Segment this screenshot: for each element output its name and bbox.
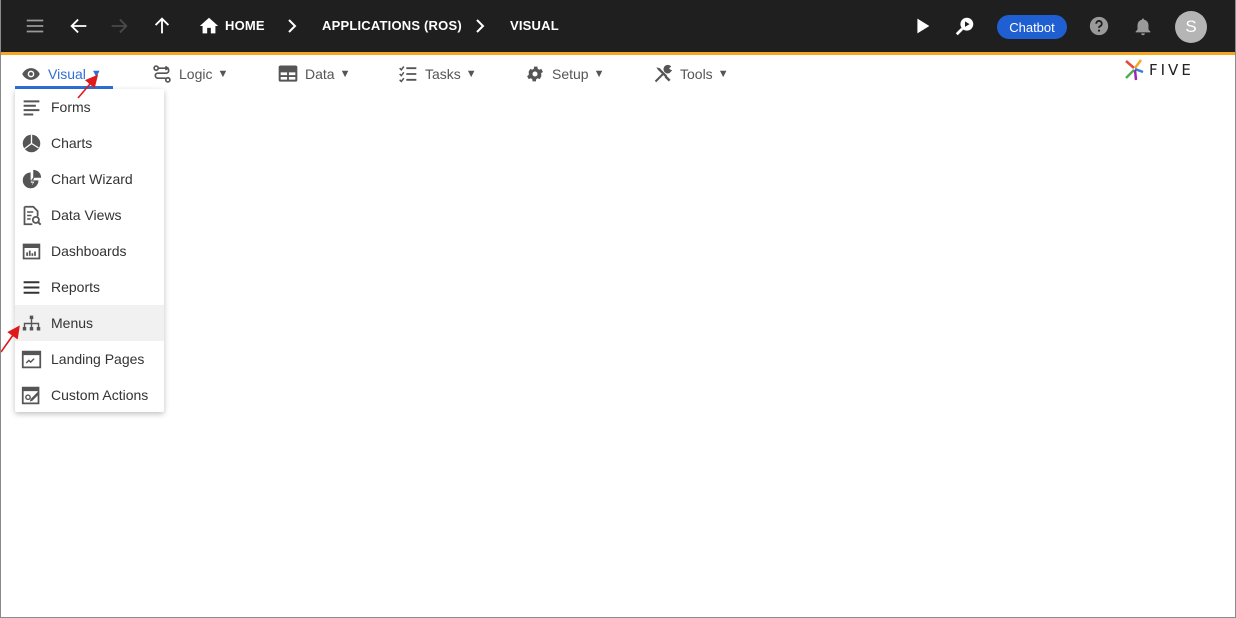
- caret-down-icon: ▼: [90, 68, 102, 80]
- dropdown-item-label: Menus: [51, 315, 94, 331]
- dropdown-item-reports[interactable]: Reports: [15, 269, 164, 305]
- chevron-right-icon: [288, 19, 297, 33]
- caret-down-icon: ▼: [593, 68, 605, 80]
- menu-tools[interactable]: Tools ▼: [652, 61, 729, 87]
- svg-text:FIVE: FIVE: [1149, 61, 1194, 79]
- caret-down-icon: ▼: [717, 68, 729, 80]
- menu-visual-label: Visual: [48, 66, 86, 82]
- dropdown-item-menus[interactable]: Menus: [15, 305, 164, 341]
- forms-icon: [20, 96, 42, 118]
- dropdown-item-data-views[interactable]: Data Views: [15, 197, 164, 233]
- menu-setup[interactable]: Setup ▼: [524, 61, 604, 87]
- hamburger-menu-icon[interactable]: [23, 14, 47, 38]
- five-logo: FIVE: [1123, 58, 1213, 82]
- dropdown-item-label: Landing Pages: [51, 351, 145, 367]
- back-arrow-icon[interactable]: [67, 14, 91, 38]
- data-view-icon: [20, 204, 42, 226]
- dashboard-icon: [20, 240, 42, 262]
- dropdown-item-dashboards[interactable]: Dashboards: [15, 233, 164, 269]
- user-avatar[interactable]: S: [1175, 11, 1207, 43]
- caret-down-icon: ▼: [465, 68, 477, 80]
- menu-visual[interactable]: Visual ▼: [20, 61, 102, 87]
- menu-tasks[interactable]: Tasks ▼: [397, 61, 477, 87]
- help-icon[interactable]: [1087, 14, 1111, 38]
- menu-data[interactable]: Data ▼: [277, 61, 350, 87]
- landing-page-icon: [20, 348, 42, 370]
- dropdown-item-landing-pages[interactable]: Landing Pages: [15, 341, 164, 377]
- gear-icon: [524, 63, 546, 85]
- chevron-right-icon: [476, 19, 485, 33]
- notification-bell-icon[interactable]: [1131, 14, 1155, 38]
- main-menu-bar: Visual ▼ Logic ▼ Data ▼ Tasks ▼ Setup ▼ …: [1, 55, 1235, 89]
- dropdown-item-forms[interactable]: Forms: [15, 89, 164, 125]
- dropdown-item-label: Dashboards: [51, 243, 127, 259]
- custom-actions-icon: [20, 384, 42, 406]
- annotation-arrows: [1, 74, 99, 353]
- menu-tools-label: Tools: [680, 66, 713, 82]
- dropdown-item-label: Reports: [51, 279, 101, 295]
- reports-icon: [20, 276, 42, 298]
- dropdown-item-label: Charts: [51, 135, 93, 151]
- dropdown-item-label: Chart Wizard: [51, 171, 133, 187]
- top-app-bar: HOME APPLICATIONS (ROS) VISUAL Chatbot S: [1, 0, 1235, 52]
- menu-data-label: Data: [305, 66, 335, 82]
- forward-arrow-icon[interactable]: [107, 14, 131, 38]
- play-icon[interactable]: [910, 14, 934, 38]
- pie-chart-icon: [20, 132, 42, 154]
- home-icon[interactable]: [197, 14, 221, 38]
- breadcrumb-applications[interactable]: APPLICATIONS (ROS): [322, 18, 462, 33]
- dropdown-item-label: Forms: [51, 99, 91, 115]
- search-run-icon[interactable]: [953, 14, 977, 38]
- caret-down-icon: ▼: [339, 68, 351, 80]
- dropdown-item-chart-wizard[interactable]: Chart Wizard: [15, 161, 164, 197]
- visual-dropdown-menu: Forms Charts Chart Wizard Data Views Das…: [15, 89, 164, 412]
- menu-setup-label: Setup: [552, 66, 589, 82]
- eye-icon: [20, 63, 42, 85]
- chart-wizard-icon: [20, 168, 42, 190]
- up-arrow-icon[interactable]: [150, 14, 174, 38]
- checklist-icon: [397, 63, 419, 85]
- dropdown-item-label: Data Views: [51, 207, 122, 223]
- table-icon: [277, 63, 299, 85]
- menu-logic-label: Logic: [179, 66, 213, 82]
- menu-logic[interactable]: Logic ▼: [151, 61, 228, 87]
- caret-down-icon: ▼: [217, 68, 229, 80]
- tools-icon: [652, 63, 674, 85]
- dropdown-item-custom-actions[interactable]: Custom Actions: [15, 377, 164, 413]
- dropdown-item-charts[interactable]: Charts: [15, 125, 164, 161]
- breadcrumb-home[interactable]: HOME: [225, 18, 265, 33]
- menu-tasks-label: Tasks: [425, 66, 461, 82]
- app-window: HOME APPLICATIONS (ROS) VISUAL Chatbot S…: [0, 0, 1236, 618]
- breadcrumb-visual[interactable]: VISUAL: [510, 18, 559, 33]
- logic-icon: [151, 63, 173, 85]
- dropdown-item-label: Custom Actions: [51, 387, 149, 403]
- chatbot-button[interactable]: Chatbot: [997, 15, 1067, 39]
- sitemap-icon: [20, 312, 42, 334]
